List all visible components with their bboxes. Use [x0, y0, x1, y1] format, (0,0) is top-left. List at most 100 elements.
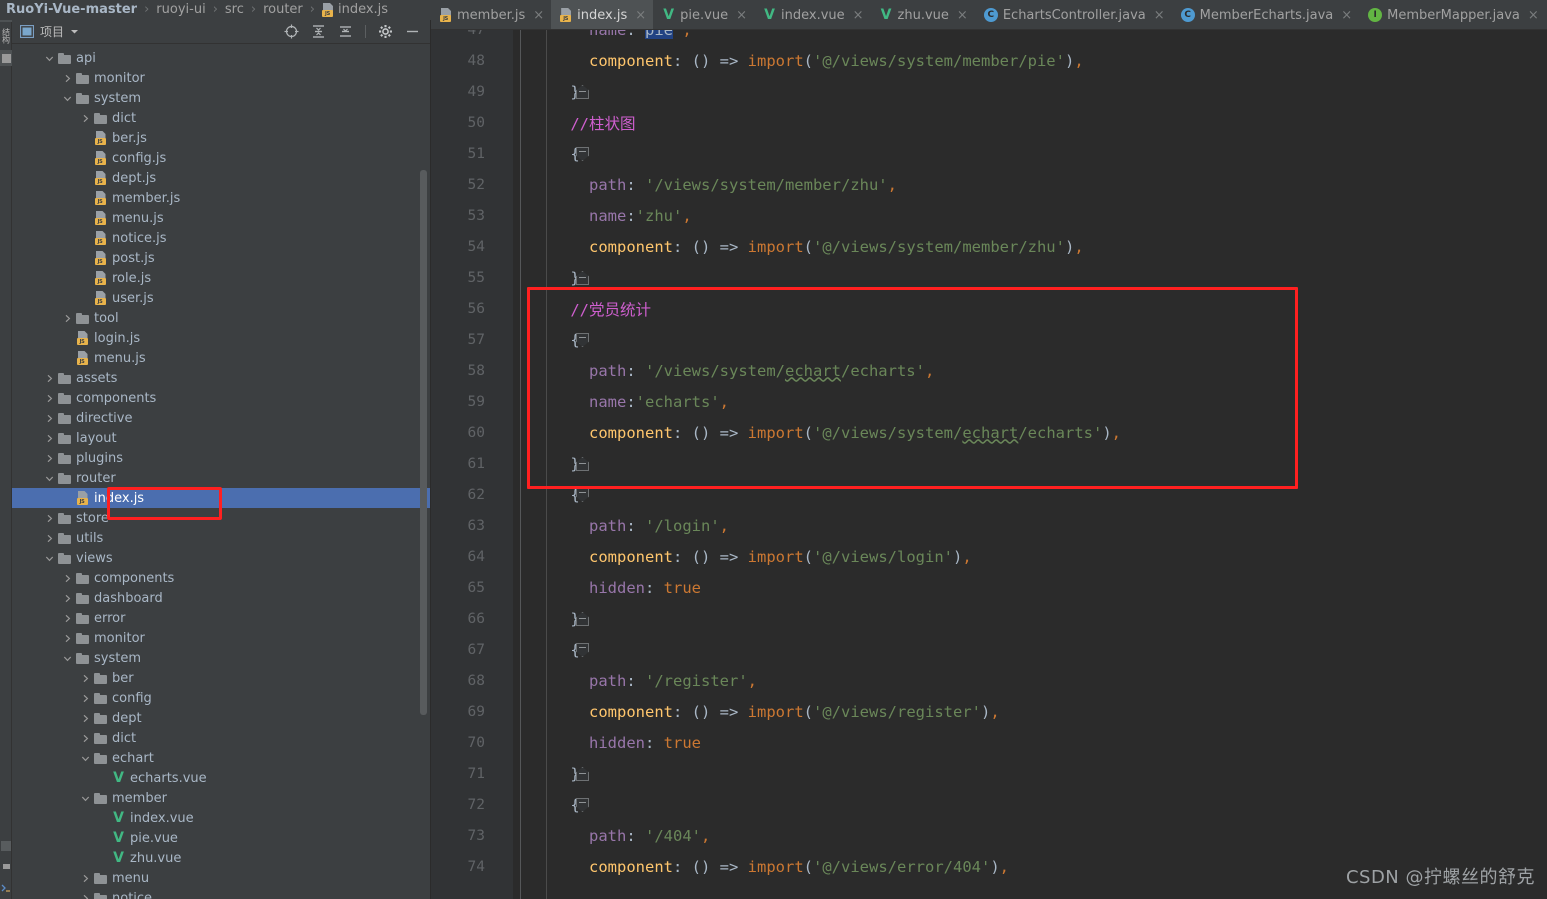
strip-button-todo[interactable]	[0, 859, 12, 873]
tree-node[interactable]: views	[12, 548, 430, 568]
chevron-right-icon[interactable]	[78, 874, 92, 883]
chevron-right-icon[interactable]	[42, 514, 56, 523]
chevron-right-icon[interactable]	[78, 714, 92, 723]
chevron-right-icon[interactable]	[42, 394, 56, 403]
tree-node[interactable]: notice	[12, 888, 430, 899]
project-tree-scrollbar-thumb[interactable]	[420, 170, 427, 715]
tree-node[interactable]: JS ber.js	[12, 128, 430, 148]
tree-node[interactable]: assets	[12, 368, 430, 388]
tree-node[interactable]: config	[12, 688, 430, 708]
tree-node[interactable]: JS login.js	[12, 328, 430, 348]
fold-marker-zone[interactable]	[493, 231, 521, 262]
tree-node[interactable]: JS member.js	[12, 188, 430, 208]
fold-marker-zone[interactable]	[493, 30, 521, 45]
expand-all-icon[interactable]	[311, 24, 326, 39]
breadcrumb-item-index-js[interactable]: JS index.js	[321, 0, 388, 20]
fold-marker-zone[interactable]	[493, 820, 521, 851]
editor-tab-member-js[interactable]: JS member.js ×	[431, 0, 551, 29]
breadcrumb-item-ruoyi-vue-master[interactable]: RuoYi-Vue-master	[6, 0, 137, 20]
settings-gear-icon[interactable]	[378, 24, 393, 39]
tree-node[interactable]: JS notice.js	[12, 228, 430, 248]
strip-button-terminal[interactable]	[0, 879, 12, 897]
chevron-right-icon[interactable]	[78, 734, 92, 743]
fold-expanded-icon[interactable]	[576, 798, 589, 812]
editor-tab-memberecharts-java[interactable]: C MemberEcharts.java ×	[1172, 0, 1360, 29]
chevron-right-icon[interactable]	[60, 574, 74, 583]
breadcrumb-item-ruoyi-ui[interactable]: ruoyi-ui	[156, 0, 205, 20]
close-icon[interactable]: ×	[957, 9, 968, 22]
chevron-right-icon[interactable]	[78, 694, 92, 703]
tree-node[interactable]: echart	[12, 748, 430, 768]
close-icon[interactable]: ×	[533, 9, 544, 22]
fold-marker-zone[interactable]	[493, 200, 521, 231]
tree-node[interactable]: member	[12, 788, 430, 808]
fold-marker-zone[interactable]	[493, 541, 521, 572]
project-file-tree[interactable]: api monitor system dict JS ber.js JS config.js J…	[12, 44, 430, 899]
fold-collapse-icon[interactable]	[576, 457, 589, 471]
fold-marker-zone[interactable]	[493, 417, 521, 448]
close-icon[interactable]: ×	[1154, 9, 1165, 22]
tree-node[interactable]: components	[12, 568, 430, 588]
tree-node[interactable]: store	[12, 508, 430, 528]
fold-expanded-icon[interactable]	[576, 333, 589, 347]
chevron-down-icon[interactable]	[78, 794, 92, 803]
chevron-right-icon[interactable]	[42, 534, 56, 543]
tree-node[interactable]: utils	[12, 528, 430, 548]
chevron-right-icon[interactable]	[78, 894, 92, 899]
fold-expanded-icon[interactable]	[576, 488, 589, 502]
fold-marker-zone[interactable]	[493, 479, 589, 510]
chevron-down-icon[interactable]	[42, 54, 56, 63]
fold-marker-zone[interactable]	[493, 355, 521, 386]
tree-node[interactable]: dict	[12, 728, 430, 748]
tree-node[interactable]: plugins	[12, 448, 430, 468]
tree-node[interactable]: Vindex.vue	[12, 808, 430, 828]
tree-node[interactable]: Vzhu.vue	[12, 848, 430, 868]
fold-marker-zone[interactable]	[493, 262, 589, 293]
chevron-right-icon[interactable]	[78, 674, 92, 683]
fold-marker-zone[interactable]	[493, 665, 521, 696]
tree-node[interactable]: monitor	[12, 68, 430, 88]
chevron-right-icon[interactable]	[42, 374, 56, 383]
editor-tab-index-js[interactable]: JS index.js ×	[551, 0, 654, 29]
project-title-group[interactable]: 项目	[20, 23, 79, 40]
collapse-all-icon[interactable]	[338, 24, 353, 39]
close-icon[interactable]: ×	[736, 9, 747, 22]
fold-marker-zone[interactable]	[493, 603, 589, 634]
strip-button-git[interactable]	[0, 837, 12, 855]
fold-marker-zone[interactable]	[493, 386, 521, 417]
fold-collapse-icon[interactable]	[576, 271, 589, 285]
tree-node[interactable]: JS config.js	[12, 148, 430, 168]
close-icon[interactable]: ×	[853, 9, 864, 22]
tree-node[interactable]: system	[12, 648, 430, 668]
fold-marker-zone[interactable]	[493, 169, 521, 200]
close-icon[interactable]: ×	[635, 9, 646, 22]
fold-marker-zone[interactable]	[493, 572, 521, 603]
editor-tab-membermapper-java[interactable]: I MemberMapper.java ×	[1359, 0, 1546, 29]
fold-marker-zone[interactable]	[493, 510, 521, 541]
tree-node[interactable]: directive	[12, 408, 430, 428]
tree-node[interactable]: api	[12, 48, 430, 68]
fold-marker-zone[interactable]	[493, 107, 521, 138]
tree-node[interactable]: router	[12, 468, 430, 488]
editor-tab-pie-vue[interactable]: Vpie.vue ×	[653, 0, 754, 29]
fold-marker-zone[interactable]	[493, 696, 521, 727]
fold-marker-zone[interactable]	[493, 727, 521, 758]
fold-marker-zone[interactable]	[493, 758, 589, 789]
strip-button-structure[interactable]: 结构	[0, 22, 12, 48]
close-icon[interactable]: ×	[1341, 9, 1352, 22]
tree-node[interactable]: error	[12, 608, 430, 628]
fold-marker-zone[interactable]	[493, 851, 521, 882]
tree-node[interactable]: dashboard	[12, 588, 430, 608]
tree-node[interactable]: monitor	[12, 628, 430, 648]
tree-node[interactable]: components	[12, 388, 430, 408]
fold-collapse-icon[interactable]	[576, 85, 589, 99]
strip-button-project-active[interactable]	[0, 50, 12, 66]
breadcrumb-item-src[interactable]: src	[225, 0, 244, 20]
fold-marker-zone[interactable]	[493, 448, 589, 479]
chevron-right-icon[interactable]	[60, 634, 74, 643]
chevron-down-icon[interactable]	[70, 27, 79, 36]
tree-node[interactable]: system	[12, 88, 430, 108]
fold-collapse-icon[interactable]	[576, 767, 589, 781]
tree-node[interactable]: JS menu.js	[12, 348, 430, 368]
fold-marker-zone[interactable]	[493, 293, 521, 324]
